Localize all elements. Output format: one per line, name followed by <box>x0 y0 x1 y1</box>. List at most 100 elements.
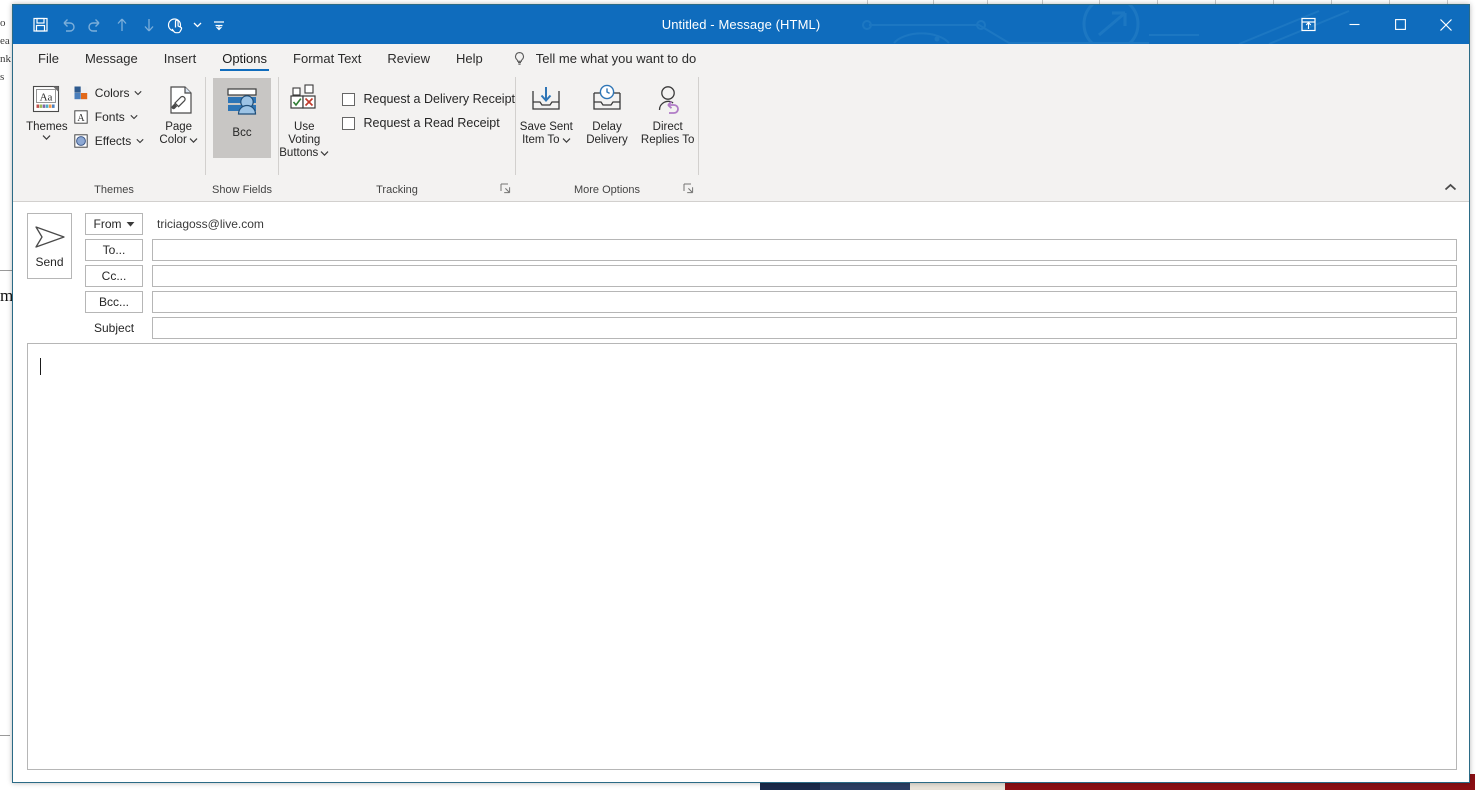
redo-button[interactable] <box>81 12 108 38</box>
send-button-label: Send <box>35 254 64 269</box>
bcc-icon <box>227 88 257 115</box>
next-item-button[interactable] <box>135 12 162 38</box>
to-input[interactable] <box>152 239 1457 261</box>
ribbon-group-themes: Aa Themes Colors A Fonts Effects Page Co… <box>23 72 205 201</box>
save-sent-caret[interactable]: Item To <box>522 134 571 146</box>
direct-replies-icon-wrap <box>651 82 685 118</box>
colors-button[interactable]: Colors <box>71 82 148 104</box>
subject-label-text: Subject <box>94 321 135 335</box>
minimize-icon <box>1349 23 1359 26</box>
cc-button[interactable]: Cc... <box>85 265 143 287</box>
save-icon <box>33 17 48 32</box>
previous-item-button[interactable] <box>108 12 135 38</box>
chevron-down-icon <box>193 22 201 28</box>
svg-text:A: A <box>78 113 86 124</box>
tab-insert[interactable]: Insert <box>151 44 210 72</box>
customize-qat-button[interactable] <box>205 12 232 38</box>
fonts-button[interactable]: A Fonts <box>71 106 148 128</box>
quick-access-toolbar <box>13 12 232 38</box>
to-button[interactable]: To... <box>85 239 143 261</box>
chevron-down-icon <box>136 138 144 144</box>
chevron-up-icon <box>1444 183 1456 190</box>
page-color-icon-wrap <box>162 82 196 118</box>
title-bar: Untitled - Message (HTML) <box>13 5 1469 44</box>
bcc-button[interactable]: Bcc <box>213 78 271 158</box>
checkbox-box <box>341 116 355 130</box>
tracking-checkboxes: Request a Delivery Receipt Request a Rea… <box>330 78 515 130</box>
effects-icon <box>74 134 88 148</box>
tell-me-search[interactable]: Tell me what you want to do <box>496 44 706 72</box>
message-body-editor[interactable] <box>27 343 1457 770</box>
more-options-dialog-launcher[interactable] <box>683 183 694 194</box>
ribbon-display-options-button[interactable] <box>1285 5 1331 44</box>
send-button[interactable]: Send <box>27 213 72 279</box>
theme-element-buttons: Colors A Fonts Effects <box>71 78 148 152</box>
request-read-receipt-checkbox[interactable]: Request a Read Receipt <box>341 116 515 130</box>
compose-fields: From triciagoss@live.com To... Cc... Bcc… <box>85 212 1457 339</box>
group-label-show-fields: Show Fields <box>212 184 272 196</box>
request-delivery-receipt-label: Request a Delivery Receipt <box>363 92 515 106</box>
voting-caret[interactable]: Buttons <box>279 147 329 159</box>
delay-delivery-icon <box>593 84 621 110</box>
save-button[interactable] <box>27 12 54 38</box>
lightbulb-icon <box>514 51 524 65</box>
tracking-dialog-launcher[interactable] <box>500 183 511 194</box>
tell-me-label: Tell me what you want to do <box>535 50 697 66</box>
page-color-caret[interactable]: Color <box>159 134 198 146</box>
close-button[interactable] <box>1423 5 1469 44</box>
undo-button[interactable] <box>54 12 81 38</box>
tab-file[interactable]: File <box>25 44 72 72</box>
use-voting-buttons-button[interactable]: Use Voting Buttons <box>279 78 330 159</box>
checkbox-box <box>341 92 355 106</box>
touch-mode-dropdown[interactable] <box>189 12 205 38</box>
from-value: triciagoss@live.com <box>157 217 264 231</box>
compose-header: Send From triciagoss@live.com To... Cc..… <box>13 202 1469 339</box>
collapse-ribbon-button[interactable] <box>1441 179 1459 195</box>
from-button[interactable]: From <box>85 213 143 235</box>
tab-format-text[interactable]: Format Text <box>280 44 374 72</box>
text-cursor <box>40 358 41 375</box>
delay-delivery-button[interactable]: Delay Delivery <box>577 78 638 154</box>
tab-options[interactable]: Options <box>209 44 280 72</box>
direct-replies-label-line1: Direct <box>652 121 683 133</box>
fonts-icon-wrap: A <box>73 109 90 126</box>
touch-mouse-mode-button[interactable] <box>162 12 189 38</box>
tab-help[interactable]: Help <box>443 44 496 72</box>
dialog-launcher-icon <box>683 183 694 194</box>
direct-replies-icon <box>658 86 679 114</box>
cc-input[interactable] <box>152 265 1457 287</box>
arrow-down-icon <box>144 19 153 32</box>
delay-delivery-icon-wrap <box>590 82 624 118</box>
tab-review[interactable]: Review <box>374 44 443 72</box>
save-sent-item-to-button[interactable]: Save Sent Item To <box>516 78 577 154</box>
voting-label-line1: Use Voting <box>288 121 321 146</box>
tab-message[interactable]: Message <box>72 44 151 72</box>
group-label-themes: Themes <box>94 184 134 196</box>
voting-buttons-icon <box>290 84 316 109</box>
bcc-input[interactable] <box>152 291 1457 313</box>
subject-input[interactable] <box>152 317 1457 339</box>
bcc-field-button[interactable]: Bcc... <box>85 291 143 313</box>
direct-replies-label-line2: Replies To <box>640 134 695 146</box>
undo-icon <box>63 18 75 32</box>
touch-mode-icon <box>167 17 182 33</box>
request-delivery-receipt-checkbox[interactable]: Request a Delivery Receipt <box>341 92 515 106</box>
direct-replies-to-button[interactable]: Direct Replies To <box>637 78 698 154</box>
window-controls <box>1285 5 1469 44</box>
chevron-down-icon <box>42 135 51 141</box>
bcc-button-label: Bcc... <box>98 295 129 309</box>
background-divider-2 <box>0 735 10 736</box>
effects-button[interactable]: Effects <box>71 130 148 152</box>
page-color-icon <box>170 86 192 114</box>
themes-button[interactable]: Aa Themes <box>23 78 71 154</box>
minimize-button[interactable] <box>1331 5 1377 44</box>
maximize-button[interactable] <box>1377 5 1423 44</box>
effects-icon-wrap <box>73 133 90 150</box>
delay-delivery-label-line1: Delay <box>592 121 622 133</box>
themes-caret[interactable] <box>42 134 51 141</box>
page-color-button[interactable]: Page Color <box>152 78 205 154</box>
ribbon-tab-bar: File Message Insert Options Format Text … <box>13 44 1469 72</box>
send-icon <box>34 225 65 248</box>
subject-label: Subject <box>85 317 143 339</box>
bcc-icon-wrap <box>222 82 262 124</box>
